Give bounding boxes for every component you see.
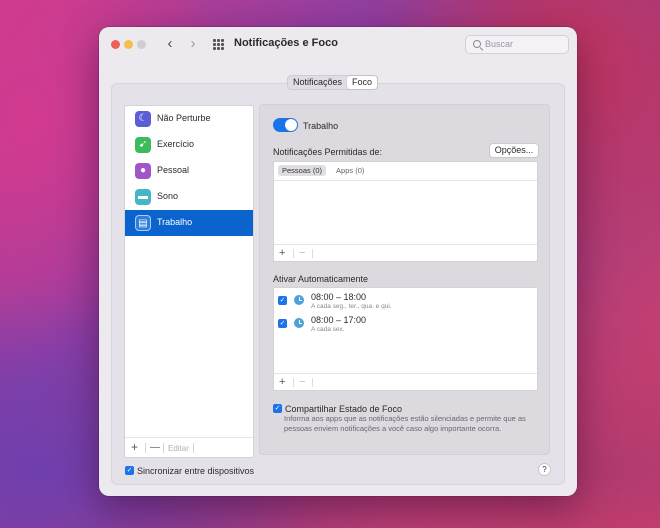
divider (293, 378, 294, 387)
person-icon: ● (135, 163, 151, 179)
share-focus-checkbox[interactable]: ✓ (273, 404, 282, 413)
minimize-button[interactable] (124, 40, 133, 49)
bed-icon: ▬ (135, 189, 151, 205)
divider (163, 443, 164, 453)
allowed-toolbar: + − (274, 244, 537, 261)
focus-toggle[interactable] (273, 118, 298, 132)
schedule-time: 08:00 – 18:00 (311, 292, 367, 302)
remove-schedule-button[interactable]: − (299, 376, 305, 388)
schedule-checkbox[interactable]: ✓ (278, 296, 287, 305)
badge-icon: ▤ (135, 215, 151, 231)
sidebar-item-label: Sono (157, 191, 179, 201)
search-field[interactable]: Buscar (465, 35, 569, 54)
schedule-row[interactable]: ✓ 08:00 – 18:00 A cada seg., ter., qua. … (274, 290, 537, 312)
subtab-apps[interactable]: Apps (0) (332, 165, 368, 176)
schedule-days: A cada sex. (311, 326, 345, 333)
subtab-pessoas[interactable]: Pessoas (0) (278, 165, 327, 176)
options-button[interactable]: Opções... (489, 143, 539, 158)
remove-allowed-button[interactable]: − (299, 247, 305, 259)
divider (193, 443, 194, 453)
schedule-toolbar: + − (274, 373, 537, 390)
sidebar-toolbar: + — Editar (125, 437, 253, 457)
add-allowed-button[interactable]: + (279, 247, 285, 259)
runner-icon: ➹ (135, 137, 151, 153)
share-focus-description: Informa aos apps que as notificações est… (284, 414, 526, 433)
sidebar-item-label: Exercício (157, 139, 195, 149)
allowed-subtabs: Pessoas (0) Apps (0) (278, 165, 368, 176)
toggle-knob (285, 119, 297, 131)
tab-notificacoes[interactable]: Notificações (288, 76, 347, 89)
search-icon (473, 40, 481, 48)
divider (312, 249, 313, 258)
edit-button[interactable]: Editar (168, 444, 189, 453)
close-button[interactable] (111, 40, 120, 49)
sidebar-item-sono[interactable]: ▬ Sono (125, 184, 253, 210)
remove-focus-button[interactable]: — (150, 442, 160, 454)
allowed-list-box: Pessoas (0) Apps (0) + − (273, 161, 538, 262)
zoom-button[interactable] (137, 40, 146, 49)
focus-list: ☾ Não Perturbe ➹ Exercício ● Pessoal ▬ S… (124, 105, 254, 458)
sync-label: Sincronizar entre dispositivos (137, 466, 255, 476)
show-all-grid-icon[interactable] (213, 39, 224, 50)
search-placeholder: Buscar (485, 39, 514, 49)
focus-toggle-label: Trabalho (303, 121, 339, 131)
schedule-time: 08:00 – 17:00 (311, 315, 367, 325)
sidebar-item-trabalho[interactable]: ▤ Trabalho (125, 210, 253, 236)
share-focus-label: Compartilhar Estado de Foco (285, 404, 403, 414)
sidebar-item-nao-perturbe[interactable]: ☾ Não Perturbe (125, 106, 253, 132)
back-chevron-icon[interactable]: ‹ (162, 36, 178, 52)
tab-bar: Notificações Foco (287, 75, 379, 90)
sidebar-item-label: Não Perturbe (157, 113, 211, 123)
divider (312, 378, 313, 387)
forward-chevron-icon[interactable]: › (185, 36, 201, 52)
sidebar-item-label: Pessoal (157, 165, 190, 175)
clock-icon (294, 318, 304, 328)
sync-checkbox[interactable]: ✓ (125, 466, 134, 475)
divider (274, 180, 537, 181)
sidebar-item-label: Trabalho (157, 217, 193, 227)
window-title: Notificações e Foco (234, 37, 338, 49)
add-schedule-button[interactable]: + (279, 376, 285, 388)
tab-foco[interactable]: Foco (347, 76, 378, 89)
schedule-list-box: ✓ 08:00 – 18:00 A cada seg., ter., qua. … (273, 287, 538, 391)
moon-icon: ☾ (135, 111, 151, 127)
add-focus-button[interactable]: + (131, 441, 138, 453)
schedule-row[interactable]: ✓ 08:00 – 17:00 A cada sex. (274, 313, 537, 335)
schedule-checkbox[interactable]: ✓ (278, 319, 287, 328)
auto-activate-label: Ativar Automaticamente (273, 274, 369, 284)
help-button[interactable]: ? (538, 463, 551, 476)
schedule-days: A cada seg., ter., qua. e qui. (311, 303, 392, 310)
divider (293, 249, 294, 258)
titlebar: ‹ › Notificações e Foco Buscar (99, 27, 577, 61)
sidebar-item-exercicio[interactable]: ➹ Exercício (125, 132, 253, 158)
allowed-notifications-label: Notificações Permitidas de: (273, 147, 383, 157)
divider (145, 443, 146, 453)
sidebar-item-pessoal[interactable]: ● Pessoal (125, 158, 253, 184)
clock-icon (294, 295, 304, 305)
